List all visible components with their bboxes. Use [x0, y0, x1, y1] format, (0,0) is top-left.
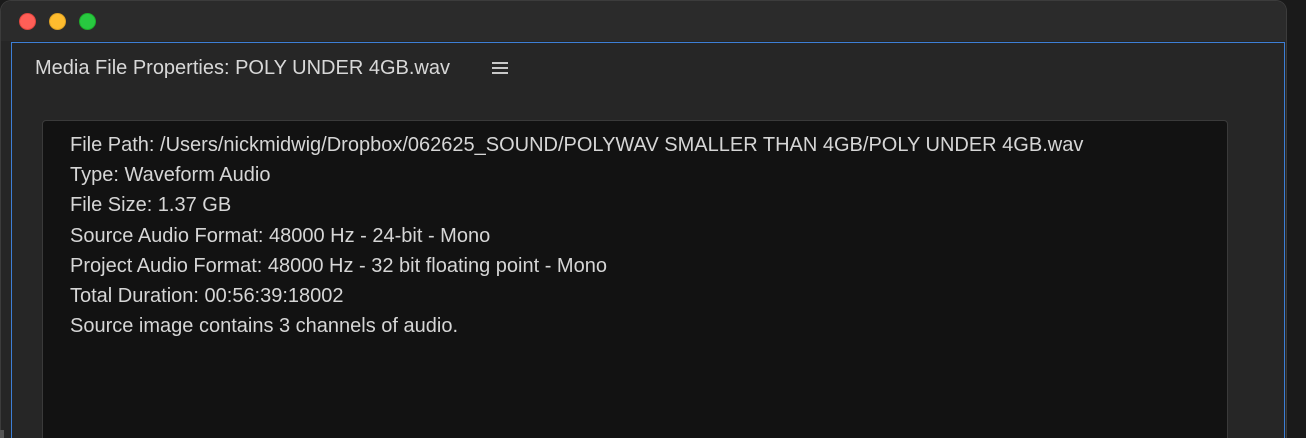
close-window-button[interactable] [19, 13, 36, 30]
source-audio-format-line: Source Audio Format: 48000 Hz - 24-bit -… [70, 224, 491, 247]
properties-window: Media File Properties: POLY UNDER 4GB.wa… [0, 0, 1287, 438]
minimize-window-button[interactable] [49, 13, 66, 30]
properties-text-area[interactable]: File Path: /Users/nickmidwig/Dropbox/062… [42, 120, 1228, 438]
channels-line: Source image contains 3 channels of audi… [70, 315, 459, 338]
window-titlebar[interactable] [1, 1, 1286, 41]
total-duration-line: Total Duration: 00:56:39:18002 [70, 285, 344, 308]
panel-header: Media File Properties: POLY UNDER 4GB.wa… [12, 43, 1284, 93]
properties-list: File Path: /Users/nickmidwig/Dropbox/062… [70, 130, 1083, 341]
panel-title: Media File Properties: POLY UNDER 4GB.wa… [35, 57, 450, 79]
file-path-line: File Path: /Users/nickmidwig/Dropbox/062… [70, 134, 1084, 156]
project-audio-format-line: Project Audio Format: 48000 Hz - 32 bit … [70, 254, 607, 277]
maximize-window-button[interactable] [79, 13, 96, 30]
media-file-properties-panel: Media File Properties: POLY UNDER 4GB.wa… [11, 42, 1285, 438]
file-size-line: File Size: 1.37 GB [70, 194, 232, 217]
type-line: Type: Waveform Audio [70, 164, 271, 187]
hamburger-menu-icon[interactable] [492, 60, 508, 75]
window-edge-divider [0, 430, 4, 438]
